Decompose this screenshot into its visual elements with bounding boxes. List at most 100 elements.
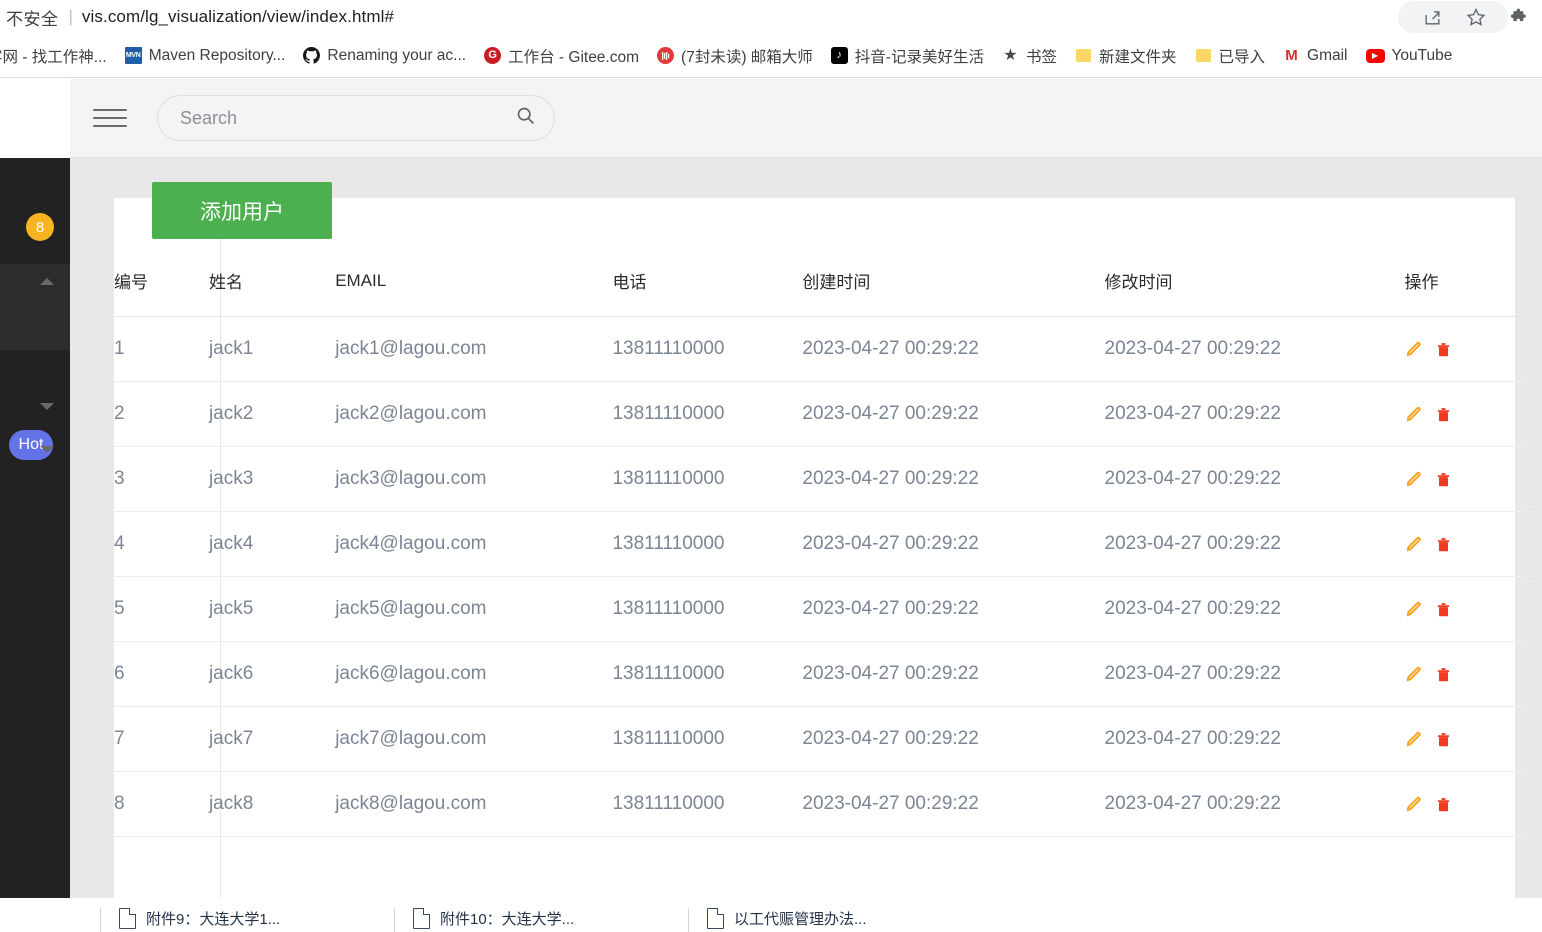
bookmark-item-3[interactable]: G 工作台 - Gitee.com bbox=[475, 41, 648, 71]
bookmark-item-9[interactable]: M Gmail bbox=[1274, 41, 1356, 71]
address-bar-url[interactable]: vis.com/lg_visualization/view/index.html… bbox=[82, 7, 394, 27]
browser-omnibox[interactable]: 不安全 | vis.com/lg_visualization/view/inde… bbox=[0, 0, 1542, 34]
user-email-cell: jack3@lagou.com bbox=[335, 446, 613, 512]
user-phone-cell: 13811110000 bbox=[612, 381, 803, 447]
arrow-up-icon[interactable] bbox=[40, 278, 54, 285]
table-row[interactable]: 4 jack4 jack4@lagou.com 13811110000 2023-04-… bbox=[114, 511, 1534, 577]
omnibox-separator: | bbox=[68, 7, 73, 26]
column-header-id[interactable]: 编号 bbox=[114, 268, 209, 317]
user-email-cell: jack6@lagou.com bbox=[335, 641, 613, 707]
trash-delete-icon[interactable] bbox=[1435, 405, 1454, 424]
user-email-cell: jack7@lagou.com bbox=[335, 706, 613, 772]
table-row[interactable]: 1 jack1 jack1@lagou.com 13811110000 2023-04-… bbox=[114, 316, 1534, 382]
add-user-button[interactable]: 添加用户 bbox=[152, 182, 332, 239]
omnibox-actions bbox=[1410, 0, 1542, 34]
arrow-down-icon[interactable] bbox=[40, 403, 54, 410]
user-created-cell: 2023-04-27 00:29:22 bbox=[802, 381, 1105, 447]
table-row[interactable]: 6 jack6 jack6@lagou.com 13811110000 2023-04-… bbox=[114, 641, 1534, 707]
user-email-cell: jack1@lagou.com bbox=[335, 316, 613, 382]
bookmark-item-0[interactable]: 客网 - 找工作神... bbox=[0, 41, 116, 71]
user-created-cell: 2023-04-27 00:29:22 bbox=[802, 576, 1105, 642]
table-row[interactable]: 7 jack7 jack7@lagou.com 13811110000 2023-04-… bbox=[114, 706, 1534, 772]
row-actions-cell bbox=[1404, 641, 1534, 707]
user-name-cell: jack5 bbox=[208, 576, 336, 642]
user-name-cell: jack8 bbox=[208, 771, 336, 837]
user-name-cell: jack2 bbox=[208, 381, 336, 447]
table-row[interactable]: 5 jack5 jack5@lagou.com 13811110000 2023-04-… bbox=[114, 576, 1534, 642]
user-phone-cell: 13811110000 bbox=[612, 511, 803, 577]
user-name-cell: jack1 bbox=[208, 316, 336, 382]
bookmark-label: 书签 bbox=[1025, 48, 1057, 66]
left-rail-sidebar[interactable]: 8 Hot bbox=[0, 158, 70, 932]
bookmark-item-6[interactable]: ★ 书签 bbox=[993, 41, 1066, 71]
bookmark-item-8[interactable]: 已导入 bbox=[1186, 41, 1275, 71]
table-row[interactable]: 8 jack8 jack8@lagou.com 13811110000 2023-04-… bbox=[114, 771, 1534, 837]
pencil-edit-icon[interactable] bbox=[1404, 665, 1423, 684]
gmail-icon: M bbox=[1285, 47, 1298, 64]
pencil-edit-icon[interactable] bbox=[1404, 340, 1423, 359]
user-table-body: 1 jack1 jack1@lagou.com 13811110000 2023-04-… bbox=[114, 316, 1534, 837]
pencil-edit-icon[interactable] bbox=[1404, 405, 1423, 424]
column-header-name[interactable]: 姓名 bbox=[208, 268, 336, 317]
column-header-created[interactable]: 创建时间 bbox=[802, 268, 1105, 317]
taskbar-item-label: 以工代赈管理办法... bbox=[734, 911, 867, 928]
user-name-cell: jack7 bbox=[208, 706, 336, 772]
trash-delete-icon[interactable] bbox=[1435, 795, 1454, 814]
row-actions-cell bbox=[1404, 511, 1534, 577]
user-modified-cell: 2023-04-27 00:29:22 bbox=[1104, 511, 1405, 577]
bookmark-item-1[interactable]: MVN Maven Repository... bbox=[116, 41, 295, 71]
pencil-edit-icon[interactable] bbox=[1404, 470, 1423, 489]
user-id-cell: 1 bbox=[114, 316, 209, 382]
bookmark-item-10[interactable]: ▶ YouTube bbox=[1357, 41, 1462, 71]
user-phone-cell: 13811110000 bbox=[612, 771, 803, 837]
taskbar-item[interactable]: 以工代赈管理办法... bbox=[688, 908, 867, 932]
mail-master-icon bbox=[657, 47, 675, 64]
taskbar-item[interactable]: 附件9：大连大学1... bbox=[100, 908, 280, 932]
trash-delete-icon[interactable] bbox=[1435, 600, 1454, 619]
search-input[interactable] bbox=[180, 107, 515, 129]
user-email-cell: jack5@lagou.com bbox=[335, 576, 613, 642]
share-icon[interactable] bbox=[1410, 0, 1454, 34]
user-name-cell: jack6 bbox=[208, 641, 336, 707]
bookmarks-bar[interactable]: 客网 - 找工作神... MVN Maven Repository... Ren… bbox=[0, 34, 1542, 78]
extensions-puzzle-icon[interactable] bbox=[1498, 0, 1542, 34]
trash-delete-icon[interactable] bbox=[1435, 340, 1454, 359]
user-email-cell: jack4@lagou.com bbox=[335, 511, 613, 577]
taskbar-item[interactable]: 附件10：大连大学... bbox=[394, 908, 574, 932]
hot-badge[interactable]: Hot bbox=[9, 430, 53, 460]
pencil-edit-icon[interactable] bbox=[1404, 535, 1423, 554]
pencil-edit-icon[interactable] bbox=[1404, 795, 1423, 814]
trash-delete-icon[interactable] bbox=[1435, 535, 1454, 554]
trash-delete-icon[interactable] bbox=[1435, 665, 1454, 684]
search-icon[interactable] bbox=[515, 105, 536, 132]
bookmark-item-7[interactable]: 新建文件夹 bbox=[1066, 41, 1186, 71]
notification-count-badge[interactable]: 8 bbox=[26, 213, 54, 241]
arrow-down-icon[interactable] bbox=[40, 446, 54, 453]
user-phone-cell: 13811110000 bbox=[612, 706, 803, 772]
bookmark-item-5[interactable]: ♪ 抖音-记录美好生活 bbox=[822, 41, 993, 71]
column-header-modified[interactable]: 修改时间 bbox=[1104, 268, 1405, 317]
column-header-phone[interactable]: 电话 bbox=[612, 268, 803, 317]
bookmark-label: Gmail bbox=[1307, 46, 1348, 64]
user-modified-cell: 2023-04-27 00:29:22 bbox=[1104, 706, 1405, 772]
table-row[interactable]: 3 jack3 jack3@lagou.com 13811110000 2023-04-… bbox=[114, 446, 1534, 512]
pencil-edit-icon[interactable] bbox=[1404, 600, 1423, 619]
table-row[interactable]: 2 jack2 jack2@lagou.com 13811110000 2023-04-… bbox=[114, 381, 1534, 447]
bookmark-label: 已导入 bbox=[1218, 48, 1266, 66]
trash-delete-icon[interactable] bbox=[1435, 470, 1454, 489]
folder-icon bbox=[1075, 47, 1092, 64]
app-header bbox=[70, 79, 1542, 158]
bookmark-item-2[interactable]: Renaming your ac... bbox=[294, 41, 475, 71]
bookmark-star-icon[interactable] bbox=[1454, 0, 1498, 34]
bookmark-label: Renaming your ac... bbox=[327, 46, 467, 64]
trash-delete-icon[interactable] bbox=[1435, 730, 1454, 749]
user-phone-cell: 13811110000 bbox=[612, 641, 803, 707]
search-box[interactable] bbox=[157, 95, 555, 141]
bookmark-item-4[interactable]: (7封未读) 邮箱大师 bbox=[648, 41, 822, 71]
rail-highlight-panel[interactable] bbox=[0, 264, 70, 350]
pencil-edit-icon[interactable] bbox=[1404, 730, 1423, 749]
bottom-taskbar[interactable]: 附件9：大连大学1... 附件10：大连大学... 以工代赈管理办法... bbox=[0, 898, 1542, 932]
hamburger-menu-icon[interactable] bbox=[93, 105, 127, 131]
document-icon bbox=[413, 908, 430, 929]
column-header-email[interactable]: EMAIL bbox=[335, 268, 613, 317]
